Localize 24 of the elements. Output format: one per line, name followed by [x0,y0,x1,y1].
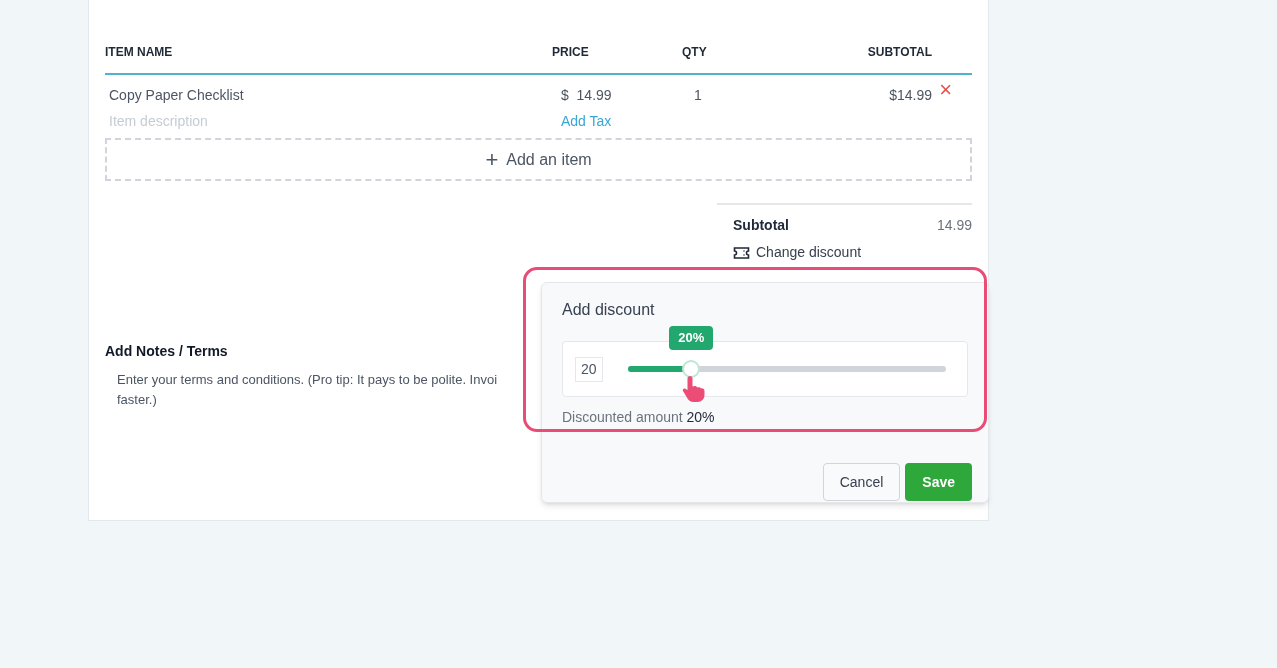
value-tooltip: 20% [669,326,714,350]
discounted-amount-label: Discounted amount [562,409,683,425]
notes-title: Add Notes / Terms [105,342,229,361]
qty-value[interactable]: 1 [694,87,702,103]
subtotal-value: $14.99 [889,87,932,103]
subtotal-amount: 14.99 [936,216,972,235]
slider-thumb[interactable] [682,360,701,378]
add-item-button[interactable]: + Add an item [105,138,972,181]
cancel-button[interactable]: Cancel [822,463,901,501]
price-value[interactable]: $ 14.99 [561,85,682,106]
ticket-icon [733,245,750,260]
column-header: QTY [682,45,707,59]
column-header: SUBTOTAL [867,45,932,59]
discount-value-field[interactable]: 20 [575,356,603,382]
column-header: PRICE [552,45,589,59]
remove-button[interactable]: × [939,79,952,101]
item-description-field[interactable]: Item description [109,111,309,132]
plus-icon: + [485,148,499,171]
discounted-amount-value: 20% [686,409,715,425]
change-discount-button[interactable]: Change discount [733,242,862,263]
popover-title: Add discount [562,300,656,320]
column-header: ITEM NAME [105,45,173,59]
item-name[interactable]: Copy Paper Checklist [109,85,552,106]
subtotal-label: Subtotal [733,216,789,235]
